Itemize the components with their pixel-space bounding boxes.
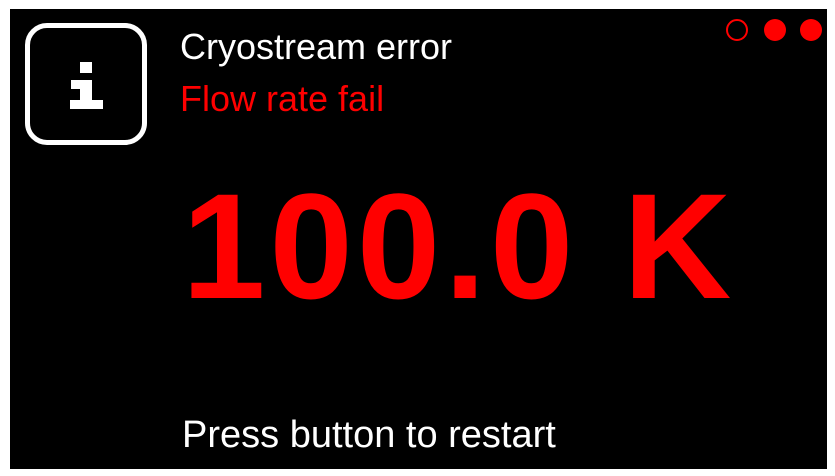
temperature-reading: 100.0 K: [182, 162, 736, 330]
status-dot-filled: [800, 19, 822, 41]
display-screen: Cryostream error Flow rate fail 100.0 K …: [10, 9, 827, 469]
info-icon: [25, 23, 147, 145]
info-glyph: [70, 62, 103, 109]
status-dot-filled: [764, 19, 786, 41]
error-title: Cryostream error: [180, 26, 453, 67]
error-subtitle: Flow rate fail: [180, 78, 385, 119]
restart-prompt: Press button to restart: [182, 414, 556, 456]
status-dots: [724, 19, 824, 43]
status-dot-outline: [726, 19, 748, 41]
